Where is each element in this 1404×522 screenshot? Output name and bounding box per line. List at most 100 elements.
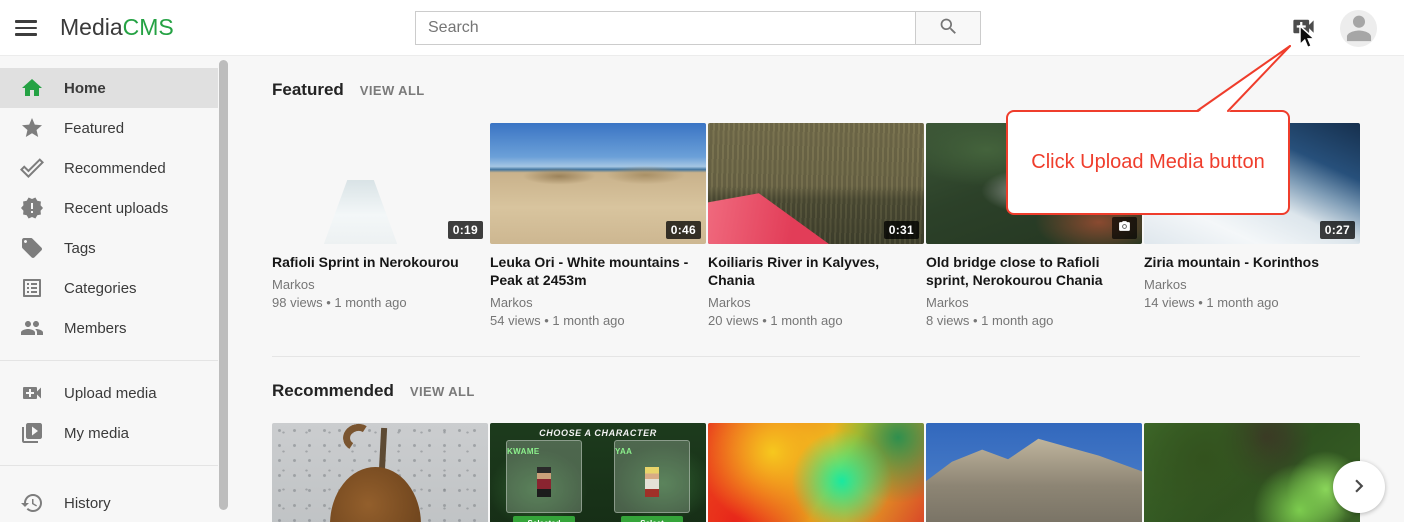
upload-media-icon — [1290, 13, 1317, 43]
search-input[interactable] — [415, 11, 916, 45]
sidebar-item-upload-media[interactable]: Upload media — [0, 373, 218, 413]
pumpkin-craft-graphic — [330, 467, 421, 522]
upload-media-icon — [20, 381, 44, 405]
media-thumbnail[interactable]: CHOOSE A CHARACTER KWAME YAA Selected Se… — [490, 423, 706, 522]
sidebar-item-recent-uploads[interactable]: Recent uploads — [0, 188, 218, 228]
media-title[interactable]: Rafioli Sprint in Nerokourou — [272, 253, 488, 271]
media-meta: 54 views • 1 month ago — [490, 313, 706, 328]
media-card: 0:31 Koiliaris River in Kalyves, Chania … — [708, 123, 924, 328]
media-meta: 98 views • 1 month ago — [272, 295, 488, 310]
media-thumbnail[interactable]: 0:46 — [490, 123, 706, 244]
media-thumbnail[interactable] — [1144, 423, 1360, 522]
sidebar-item-history[interactable]: History — [0, 483, 218, 522]
sidebar-label: Featured — [64, 120, 124, 137]
media-card: CHOOSE A CHARACTER KWAME YAA Selected Se… — [490, 423, 706, 522]
search-button[interactable] — [916, 11, 981, 45]
annotation-text: Click Upload Media button — [1031, 151, 1264, 174]
media-thumbnail[interactable] — [272, 423, 488, 522]
recommended-view-all-link[interactable]: VIEW ALL — [410, 384, 475, 399]
sidebar-item-members[interactable]: Members — [0, 308, 218, 348]
sidebar-label: Recommended — [64, 160, 166, 177]
media-title[interactable]: Ziria mountain - Korinthos — [1144, 253, 1360, 271]
sidebar-divider — [0, 465, 218, 466]
sidebar-item-tags[interactable]: Tags — [0, 228, 218, 268]
media-card — [272, 423, 488, 522]
next-page-button[interactable] — [1333, 461, 1385, 513]
media-meta: 8 views • 1 month ago — [926, 313, 1142, 328]
game-character-panel: KWAME — [506, 440, 582, 513]
section-divider — [272, 356, 1360, 357]
person-icon — [1342, 10, 1376, 47]
search-bar — [415, 11, 981, 45]
media-author[interactable]: Markos — [272, 277, 488, 292]
duration-badge: 0:27 — [1320, 221, 1355, 239]
sidebar-item-home[interactable]: Home — [0, 68, 218, 108]
media-thumbnail[interactable] — [708, 423, 924, 522]
sidebar-label: My media — [64, 425, 129, 442]
star-icon — [20, 116, 44, 140]
sidebar: Home Featured Recommended Recent uploads… — [0, 56, 218, 522]
annotation-callout: Click Upload Media button — [1006, 110, 1290, 215]
sidebar-item-recommended[interactable]: Recommended — [0, 148, 218, 188]
duration-badge: 0:31 — [884, 221, 919, 239]
media-title[interactable]: Leuka Ori - White mountains - Peak at 24… — [490, 253, 706, 289]
character-sprite — [537, 467, 551, 497]
chevron-right-icon — [1346, 473, 1372, 502]
media-meta: 20 views • 1 month ago — [708, 313, 924, 328]
new-releases-icon — [20, 196, 44, 220]
section-title: Recommended — [272, 381, 394, 401]
media-author[interactable]: Markos — [926, 295, 1142, 310]
media-author[interactable]: Markos — [708, 295, 924, 310]
sidebar-divider — [0, 360, 218, 361]
categories-icon — [20, 276, 44, 300]
upload-media-button[interactable] — [1288, 14, 1318, 42]
media-title[interactable]: Koiliaris River in Kalyves, Chania — [708, 253, 924, 289]
game-heading-text: CHOOSE A CHARACTER — [490, 428, 706, 438]
media-card — [708, 423, 924, 522]
recommended-section-header: Recommended VIEW ALL — [272, 381, 475, 401]
game-character-panel: YAA — [614, 440, 690, 513]
history-icon — [20, 491, 44, 515]
media-thumbnail[interactable] — [926, 423, 1142, 522]
hamburger-icon — [15, 20, 37, 23]
sidebar-scrollbar[interactable] — [219, 60, 228, 510]
done-outline-icon — [20, 156, 44, 180]
media-thumbnail[interactable]: 0:31 — [708, 123, 924, 244]
logo-media: Media — [60, 14, 123, 40]
logo[interactable]: MediaCMS — [60, 14, 174, 41]
game-selected-button-graphic: Selected — [513, 516, 575, 522]
tag-icon — [20, 236, 44, 260]
sidebar-label: Categories — [64, 280, 137, 297]
media-meta: 14 views • 1 month ago — [1144, 295, 1360, 310]
members-icon — [20, 316, 44, 340]
sidebar-label: Upload media — [64, 385, 157, 402]
media-author[interactable]: Markos — [490, 295, 706, 310]
search-icon — [938, 16, 959, 40]
menu-button[interactable] — [15, 16, 41, 40]
sidebar-item-my-media[interactable]: My media — [0, 413, 218, 453]
recommended-row: CHOOSE A CHARACTER KWAME YAA Selected Se… — [272, 423, 1360, 522]
character-sprite — [645, 467, 659, 497]
mediacms-app: MediaCMS Home Featured — [0, 0, 1404, 522]
logo-cms: CMS — [123, 14, 174, 40]
media-card — [1144, 423, 1360, 522]
media-title[interactable]: Old bridge close to Rafioli sprint, Nero… — [926, 253, 1142, 289]
media-card: 0:46 Leuka Ori - White mountains - Peak … — [490, 123, 706, 328]
sidebar-label: Home — [64, 80, 106, 97]
media-thumbnail[interactable]: 0:19 — [272, 123, 488, 244]
media-card — [926, 423, 1142, 522]
user-avatar[interactable] — [1340, 10, 1377, 47]
sidebar-label: Recent uploads — [64, 200, 168, 217]
media-author[interactable]: Markos — [1144, 277, 1360, 292]
home-icon — [20, 76, 44, 100]
sidebar-label: History — [64, 495, 111, 512]
sidebar-item-featured[interactable]: Featured — [0, 108, 218, 148]
sidebar-item-categories[interactable]: Categories — [0, 268, 218, 308]
duration-badge: 0:46 — [666, 221, 701, 239]
featured-section-header: Featured VIEW ALL — [272, 80, 425, 100]
duration-badge: 0:19 — [448, 221, 483, 239]
camera-icon — [1112, 217, 1137, 239]
game-select-button-graphic: Select — [621, 516, 683, 522]
featured-view-all-link[interactable]: VIEW ALL — [360, 83, 425, 98]
sidebar-label: Members — [64, 320, 127, 337]
